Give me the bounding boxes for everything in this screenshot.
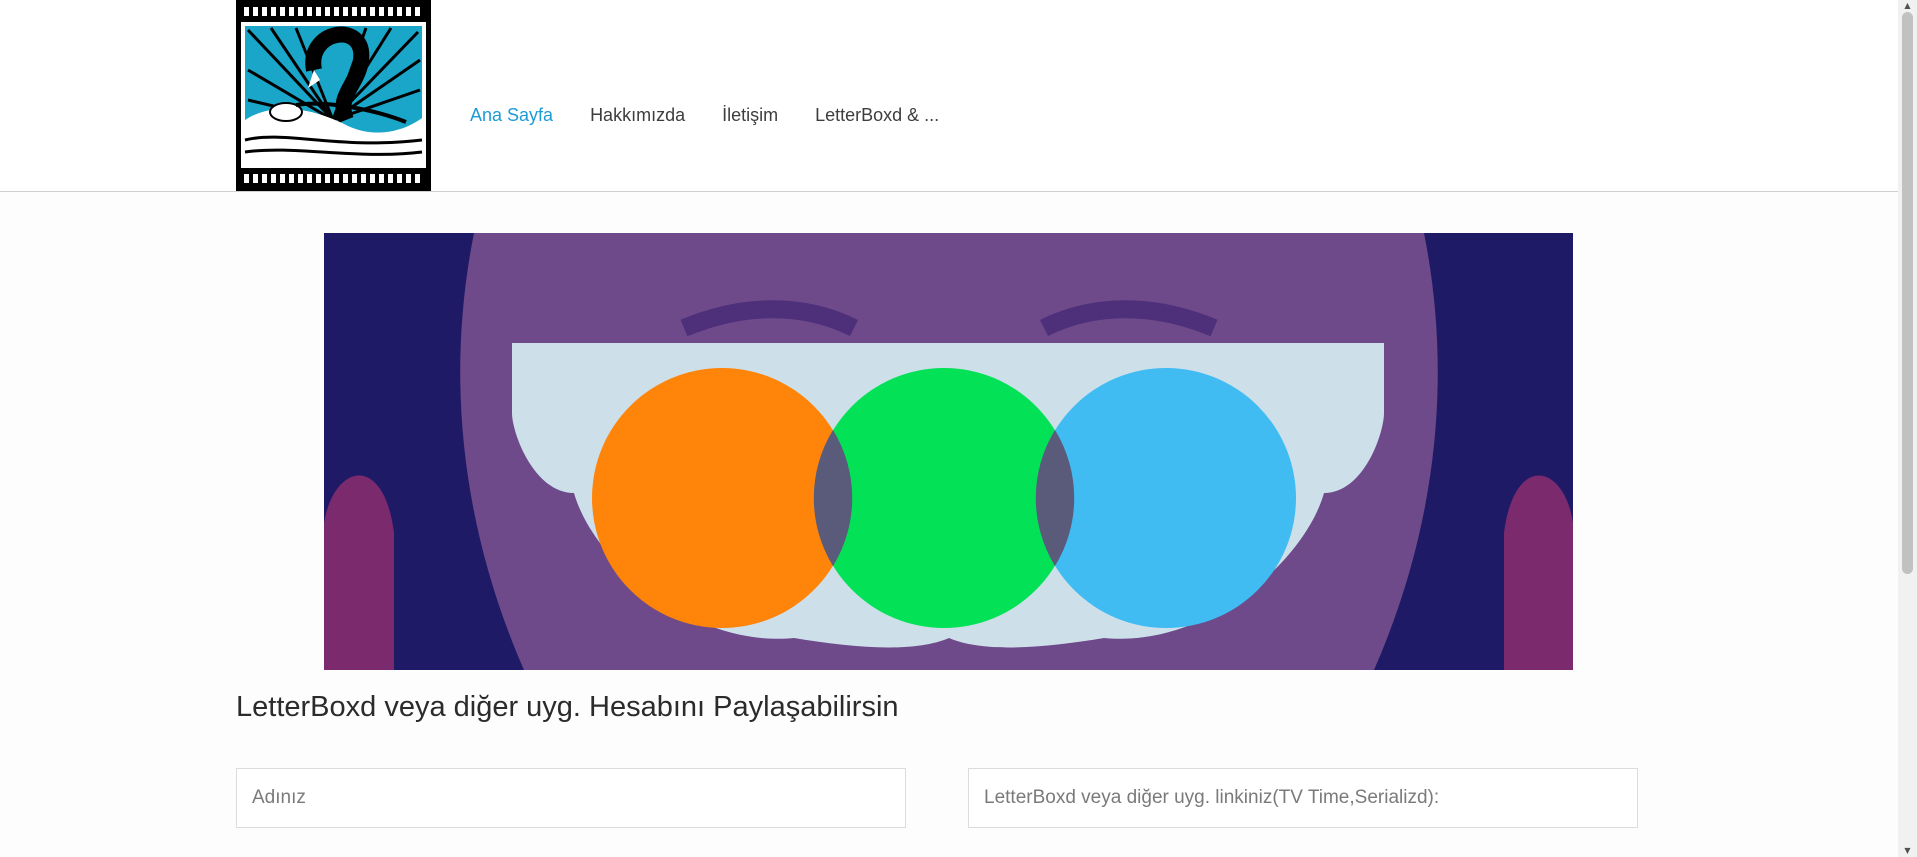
site-logo[interactable] (236, 0, 431, 191)
nav-home-link[interactable]: Ana Sayfa (470, 105, 553, 126)
nav-about-link[interactable]: Hakkımızda (590, 105, 685, 126)
orange-lens (592, 368, 852, 628)
nav-letterboxd-link[interactable]: LetterBoxd & ... (815, 105, 939, 126)
hero-banner-image (324, 233, 1573, 670)
share-form-title: LetterBoxd veya diğer uyg. Hesabını Payl… (236, 691, 899, 723)
green-lens (814, 368, 1074, 628)
3d-glasses-illustration (324, 233, 1573, 670)
scroll-up-arrow-icon[interactable]: ▲ (1898, 0, 1917, 12)
blue-lens (1036, 368, 1296, 628)
main-nav: Ana Sayfa Hakkımızda İletişim LetterBoxd… (470, 105, 976, 126)
scroll-down-arrow-icon[interactable]: ▼ (1898, 845, 1917, 857)
profile-link-input[interactable] (968, 768, 1638, 828)
site-header: Ana Sayfa Hakkımızda İletişim LetterBoxd… (0, 0, 1898, 192)
page-scrollbar[interactable]: ▲ ▼ (1898, 0, 1917, 857)
nav-contact-link[interactable]: İletişim (722, 105, 778, 126)
name-input[interactable] (236, 768, 906, 828)
scrollbar-thumb[interactable] (1902, 12, 1913, 574)
swan-logo-icon (236, 0, 431, 191)
